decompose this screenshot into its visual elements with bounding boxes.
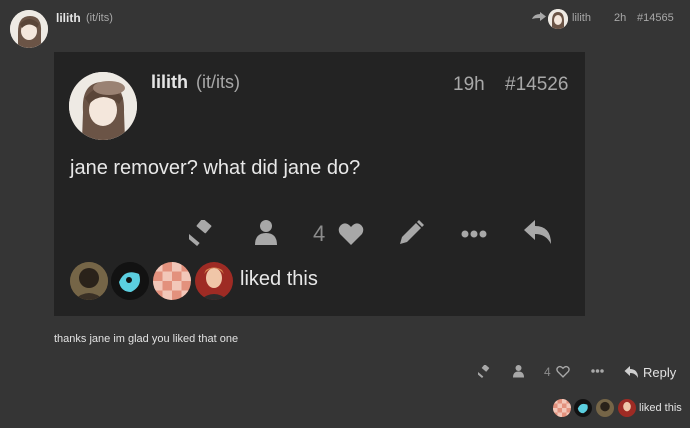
user-icon[interactable] <box>513 364 524 378</box>
quoted-post: lilith (it/its) 19h #14526 jane remover?… <box>54 52 585 316</box>
post-time[interactable]: 2h <box>614 12 626 24</box>
liker-avatar-3[interactable] <box>596 399 614 417</box>
liker-avatar-4[interactable] <box>195 262 233 300</box>
ellipsis-icon[interactable] <box>591 369 604 373</box>
gavel-icon[interactable] <box>478 365 492 378</box>
post-like-count: 4 <box>544 365 551 379</box>
liker-avatar-1[interactable] <box>70 262 108 300</box>
reply-label: Reply <box>643 364 677 380</box>
post-pronouns: (it/its) <box>86 12 113 24</box>
user-icon[interactable] <box>255 219 277 245</box>
quote-post-number[interactable]: #14526 <box>505 74 568 96</box>
reply-to-username[interactable]: lilith <box>572 12 591 24</box>
liker-avatar-3[interactable] <box>153 262 191 300</box>
reply-to-avatar[interactable] <box>548 9 568 29</box>
post-username[interactable]: lilith <box>56 11 81 25</box>
post-liked-label: liked this <box>639 402 682 414</box>
heart-icon[interactable] <box>338 222 364 246</box>
quote-author-avatar[interactable] <box>69 72 137 140</box>
liker-avatar-2[interactable] <box>574 399 592 417</box>
liker-avatar-1[interactable] <box>553 399 571 417</box>
post-number[interactable]: #14565 <box>637 12 674 24</box>
reply-to-arrow-icon[interactable] <box>532 12 546 24</box>
liker-avatar-4[interactable] <box>618 399 636 417</box>
post-author-avatar[interactable] <box>10 10 48 48</box>
reply-icon <box>624 365 639 379</box>
quote-pronouns: (it/its) <box>196 72 240 92</box>
quote-liked-label: liked this <box>240 268 318 290</box>
gavel-icon[interactable] <box>189 220 217 246</box>
quote-like-count: 4 <box>313 221 326 246</box>
reply-button[interactable]: Reply <box>624 363 676 381</box>
reply-icon[interactable] <box>524 220 552 246</box>
heart-outline-icon[interactable] <box>556 365 570 378</box>
post-body: thanks jane im glad you liked that one <box>54 333 239 345</box>
pencil-icon[interactable] <box>398 220 424 246</box>
quote-time[interactable]: 19h <box>453 74 485 96</box>
ellipsis-icon[interactable] <box>461 230 487 238</box>
liker-avatar-2[interactable] <box>111 262 149 300</box>
quote-username[interactable]: lilith <box>151 72 188 93</box>
quote-body: jane remover? what did jane do? <box>70 157 361 179</box>
